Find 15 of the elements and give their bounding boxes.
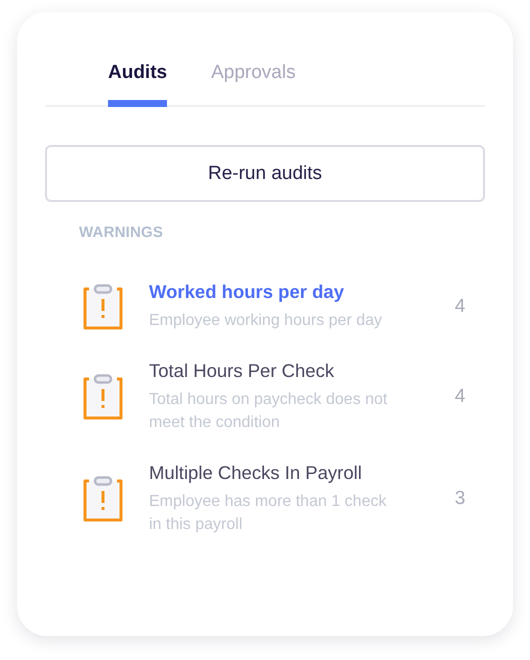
warning-title[interactable]: Worked hours per day — [149, 281, 419, 303]
clipboard-warning-icon — [83, 284, 123, 330]
section-heading: WARNINGS — [79, 224, 164, 241]
warning-title[interactable]: Total Hours Per Check — [149, 360, 419, 382]
warning-description: Total hours on paycheck does not meet the condition — [149, 390, 388, 433]
warning-count: 4 — [454, 296, 466, 318]
warning-count: 3 — [454, 488, 466, 510]
warning-description: Employee working hours per day — [149, 311, 384, 331]
warning-count: 4 — [454, 386, 466, 408]
clipboard-warning-icon — [83, 476, 123, 522]
rerun-button[interactable]: Re-run audits — [45, 145, 485, 202]
warning-description: Employee has more than 1 check in this payroll — [149, 492, 388, 535]
clipboard-warning-icon — [83, 374, 123, 420]
warning-title[interactable]: Multiple Checks In Payroll — [149, 462, 419, 484]
tab[interactable]: Audits — [108, 58, 168, 107]
